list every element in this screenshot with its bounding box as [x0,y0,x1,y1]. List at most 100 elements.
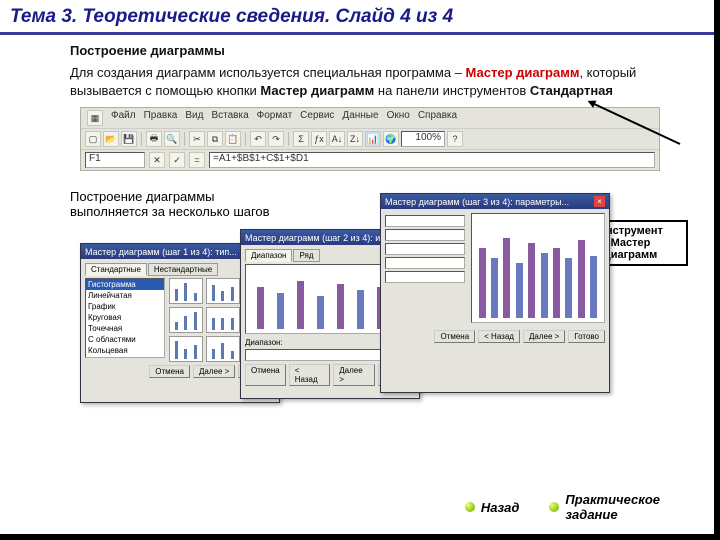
chart-subtype-thumbs[interactable] [169,278,240,362]
back-button[interactable]: < Назад [478,330,520,343]
text: выполняется за несколько шагов [70,204,270,219]
text: задание [565,507,617,522]
menu-file[interactable]: Файл [111,110,136,126]
nav-label: Практическое задание [565,492,660,522]
next-button[interactable]: Далее > [193,365,235,378]
frame-edge [714,0,720,540]
bullet-icon [465,502,475,512]
text: Для создания диаграмм используется специ… [70,65,466,80]
save-icon[interactable]: 💾 [121,131,137,147]
tab-custom[interactable]: Нестандартные [148,263,218,276]
sum-icon[interactable]: Σ [293,131,309,147]
chart-wizard-icon[interactable]: 📊 [365,131,381,147]
menu-window[interactable]: Окно [387,110,410,126]
thumb[interactable] [206,307,240,333]
tab-range[interactable]: Диапазон [245,249,292,262]
list-item[interactable]: Точечная [86,323,164,334]
thumb[interactable] [169,307,203,333]
zoom-field[interactable]: 100% [401,131,445,147]
term-master-diagram: Мастер диаграмм [466,65,580,80]
nav-label: Назад [481,500,520,515]
term-standard: Стандартная [530,83,613,98]
list-item[interactable]: С областями [86,334,164,345]
separator [288,132,289,146]
list-item[interactable]: Гистограмма [86,279,164,290]
separator [245,132,246,146]
toolbar-figure: ▦ Файл Правка Вид Вставка Формат Сервис … [80,107,660,171]
next-button[interactable]: Далее > [333,364,375,386]
map-icon[interactable]: 🌍 [383,131,399,147]
separator [141,132,142,146]
list-item[interactable]: Кольцевая [86,345,164,356]
menu-data[interactable]: Данные [342,110,378,126]
sort-asc-icon[interactable]: A↓ [329,131,345,147]
copy-icon[interactable]: ⧉ [207,131,223,147]
param-field[interactable] [385,243,465,255]
redo-icon[interactable]: ↷ [268,131,284,147]
new-icon[interactable]: ▢ [85,131,101,147]
bullet-icon [549,502,559,512]
undo-icon[interactable]: ↶ [250,131,266,147]
nav-links: Назад Практическое задание [0,492,720,522]
help-icon[interactable]: ? [447,131,463,147]
thumb[interactable] [206,278,240,304]
formula-bar: F1 ✕ ✓ = =A1+$B$1+C$1+$D1 [81,150,659,170]
menu-format[interactable]: Формат [257,110,293,126]
menu-tools[interactable]: Сервис [300,110,334,126]
name-box[interactable]: F1 [85,152,145,168]
list-item[interactable]: График [86,301,164,312]
menu-help[interactable]: Справка [418,110,457,126]
thumb[interactable] [169,278,203,304]
thumb[interactable] [206,336,240,362]
finish-button[interactable]: Готово [568,330,605,343]
equals-icon[interactable]: = [189,152,205,168]
chart-preview [471,213,605,323]
text: Практическое [565,492,660,507]
cancel-formula-icon[interactable]: ✕ [149,152,165,168]
enter-formula-icon[interactable]: ✓ [169,152,185,168]
param-field[interactable] [385,229,465,241]
separator [184,132,185,146]
wizard-step-3: Мастер диаграмм (шаг 3 из 4): параметры.… [380,193,610,393]
window-title: Мастер диаграмм (шаг 2 из 4): ист... [245,233,395,243]
wizard-screenshots: Мастер диаграмм (шаг 1 из 4): тип... × С… [80,223,720,433]
window-title: Мастер диаграмм (шаг 3 из 4): параметры.… [385,197,569,207]
tab-standard[interactable]: Стандартные [85,263,147,276]
list-item[interactable]: Круговая [86,312,164,323]
subheading: Построение диаграммы [70,43,670,58]
chart-type-list[interactable]: Гистограмма Линейчатая График Круговая Т… [85,278,165,358]
fx-icon[interactable]: ƒx [311,131,327,147]
list-item[interactable]: Линейчатая [86,290,164,301]
sort-desc-icon[interactable]: Z↓ [347,131,363,147]
term-master-diagram-bold: Мастер диаграмм [260,83,374,98]
cancel-button[interactable]: Отмена [434,330,475,343]
print-icon[interactable]: 🖶 [146,131,162,147]
app-icon: ▦ [87,110,103,126]
param-field[interactable] [385,271,465,283]
menu-edit[interactable]: Правка [144,110,178,126]
paste-icon[interactable]: 📋 [225,131,241,147]
menu-insert[interactable]: Вставка [211,110,248,126]
menu-view[interactable]: Вид [185,110,203,126]
cancel-button[interactable]: Отмена [245,364,286,386]
paragraph: Для создания диаграмм используется специ… [70,64,670,99]
tab-series[interactable]: Ряд [293,249,319,262]
nav-practice[interactable]: Практическое задание [549,492,660,522]
param-field[interactable] [385,257,465,269]
close-icon[interactable]: × [594,196,605,207]
nav-back[interactable]: Назад [465,492,520,522]
preview-icon[interactable]: 🔍 [164,131,180,147]
content-block: Построение диаграммы Для создания диагра… [0,35,720,171]
thumb[interactable] [169,336,203,362]
slide-title: Тема 3. Теоретические сведения. Слайд 4 … [0,0,720,35]
frame-edge [0,534,720,540]
param-field[interactable] [385,215,465,227]
formula-input[interactable]: =A1+$B$1+C$1+$D1 [209,152,655,168]
open-icon[interactable]: 📂 [103,131,119,147]
excel-toolbar: ▦ Файл Правка Вид Вставка Формат Сервис … [80,107,660,171]
cut-icon[interactable]: ✂ [189,131,205,147]
cancel-button[interactable]: Отмена [149,365,190,378]
steps-paragraph: Построение диаграммы выполняется за неск… [70,189,370,219]
next-button[interactable]: Далее > [523,330,565,343]
back-button[interactable]: < Назад [289,364,331,386]
